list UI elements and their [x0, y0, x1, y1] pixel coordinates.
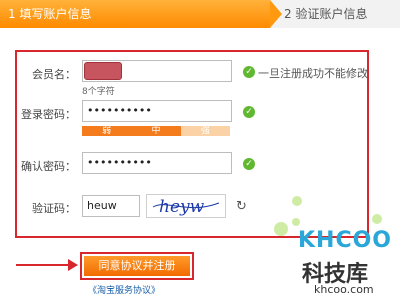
username-hint: 一旦注册成功不能修改: [258, 67, 368, 80]
pointer-arrow-head: [68, 259, 78, 271]
confirm-password-label: 确认密码：: [21, 160, 76, 173]
submit-highlight: 同意协议并注册: [80, 252, 194, 280]
password-strength-meter: 弱 中 强: [82, 126, 230, 136]
watermark-logo: KHCOO: [298, 228, 393, 253]
confirm-password-valid-check-icon: ✓: [243, 158, 255, 170]
step-bar: 1 填写账户信息 2 验证账户信息: [0, 0, 400, 28]
confirm-password-input[interactable]: ••••••••••: [82, 152, 232, 174]
step-1-current: 1 填写账户信息: [0, 0, 270, 28]
username-label: 会员名：: [32, 68, 76, 81]
redacted-username: [84, 62, 122, 80]
watermark-bubble: [292, 218, 300, 226]
agree-and-register-button[interactable]: 同意协议并注册: [84, 256, 190, 276]
password-label: 登录密码：: [21, 108, 76, 121]
service-agreement-link[interactable]: 《淘宝服务协议》: [88, 283, 160, 296]
username-length-hint: 8个字符: [82, 87, 115, 97]
password-valid-check-icon: ✓: [243, 106, 255, 118]
pointer-arrow-line: [16, 264, 70, 266]
watermark-bubble: [274, 222, 288, 236]
watermark-url: khcoo.com: [314, 283, 374, 296]
step-arrow: [270, 0, 282, 28]
strength-weak: 弱: [82, 126, 132, 136]
captcha-label: 验证码：: [32, 202, 76, 215]
captcha-input[interactable]: heuw: [82, 195, 140, 217]
username-valid-check-icon: ✓: [243, 66, 255, 78]
watermark-bubble: [372, 214, 382, 224]
password-input[interactable]: ••••••••••: [82, 100, 232, 122]
watermark-bubble: [292, 196, 302, 206]
username-input[interactable]: [82, 60, 232, 82]
strength-medium: 中: [131, 126, 181, 136]
captcha-image[interactable]: heyw: [146, 194, 226, 218]
step-2: 2 验证账户信息: [284, 7, 368, 21]
captcha-graphic: heyw: [152, 197, 220, 217]
strength-strong: 强: [180, 126, 230, 136]
refresh-captcha-icon[interactable]: ↻: [236, 199, 247, 214]
